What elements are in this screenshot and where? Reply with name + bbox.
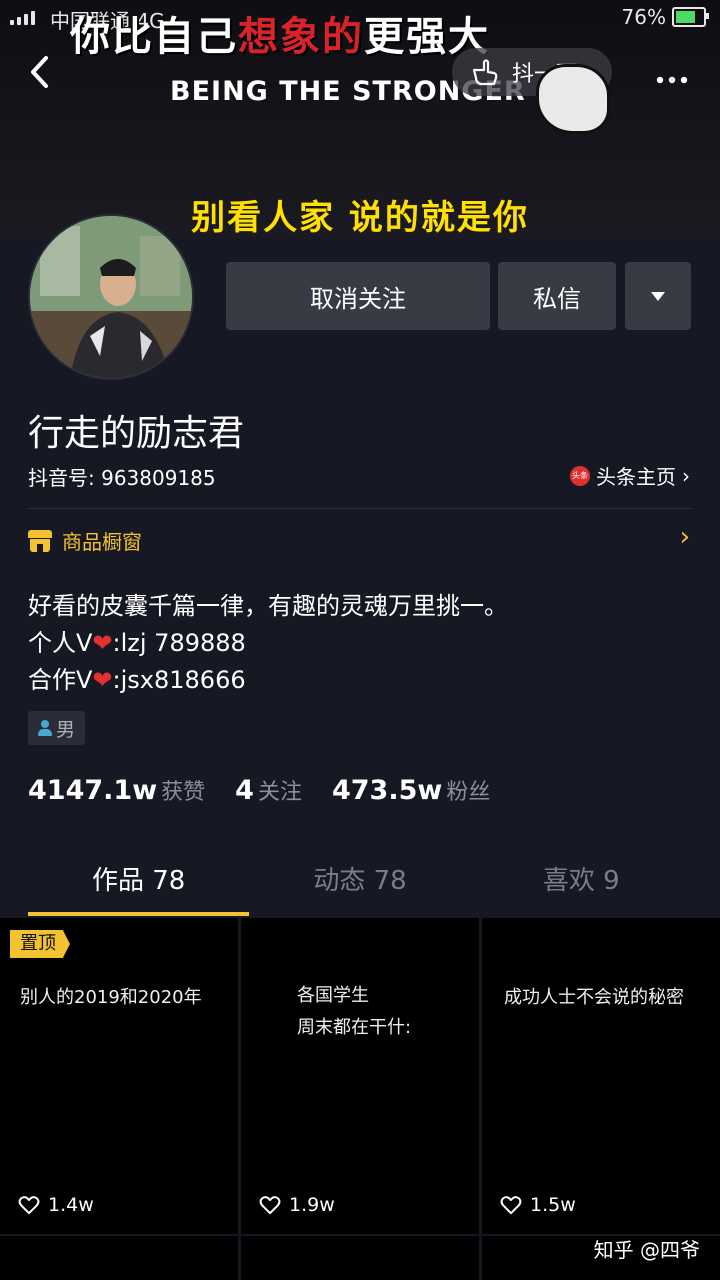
video-title: 成功人士不会说的秘密 (504, 987, 684, 1008)
video-thumbnail[interactable]: 置顶 别人的2019和2020年 1.4w (0, 918, 238, 1234)
tab-works[interactable]: 作品 78 (28, 856, 249, 916)
back-button[interactable] (28, 54, 64, 94)
heart-outline-icon (18, 1196, 40, 1215)
toutiao-homepage-link[interactable]: 头条 头条主页 › (570, 461, 690, 490)
likes-label: 获赞 (161, 780, 206, 805)
pointing-hand-icon (472, 59, 498, 86)
battery-icon (672, 7, 709, 27)
followers-label[interactable]: 粉丝 (446, 774, 490, 806)
ellipsis-icon (656, 76, 688, 84)
unfollow-button[interactable]: 取消关注 (226, 262, 490, 330)
chevron-right-icon: › (682, 463, 690, 488)
chevron-right-icon[interactable]: › (680, 522, 690, 552)
product-showcase-link[interactable]: 商品橱窗 (28, 526, 142, 555)
shop-icon (28, 529, 52, 552)
watermark: 知乎 @四爷 (593, 1238, 700, 1262)
toutiao-icon: 头条 (570, 465, 590, 486)
video-thumbnail[interactable] (0, 1236, 238, 1280)
person-icon (38, 720, 52, 736)
battery-percent: 76% (621, 5, 666, 29)
toutiao-label: 头条主页 (596, 465, 676, 489)
caret-down-icon (651, 291, 665, 301)
message-button[interactable]: 私信 (498, 262, 616, 330)
profile-stats: 4147.1w 获赞 4 关注 473.5w 粉丝 (28, 774, 490, 806)
bio-line: 个人V❤:lzj 789888 (28, 629, 246, 657)
followers-count[interactable]: 473.5w (332, 775, 442, 806)
active-tab-indicator (28, 912, 249, 916)
banner-title: 你比自己想象的更强大 (70, 14, 490, 60)
signal-icon (10, 9, 35, 25)
recommend-dropdown-button[interactable] (625, 262, 691, 330)
product-showcase-label: 商品橱窗 (62, 530, 142, 554)
video-likes: 1.4w (18, 1194, 94, 1216)
bio-line: 好看的皮囊千篇一律，有趣的灵魂万里挑一。 (28, 592, 508, 620)
bio-line: 合作V❤:jsx818666 (28, 666, 246, 694)
douyin-id: 抖音号: 963809185 (28, 466, 216, 490)
video-likes: 1.5w (500, 1194, 576, 1216)
bio: 好看的皮囊千篇一律，有趣的灵魂万里挑一。 个人V❤:lzj 789888 合作V… (28, 588, 508, 699)
avatar-photo (30, 216, 192, 378)
video-thumbnail[interactable] (241, 1236, 479, 1280)
heart-outline-icon (500, 1196, 522, 1215)
video-likes: 1.9w (259, 1194, 335, 1216)
video-grid: 置顶 别人的2019和2020年 1.4w 各国学生 周末都在干什: 1.9w … (0, 918, 720, 1280)
tab-activity[interactable]: 动态 78 (249, 856, 470, 916)
divider (28, 508, 692, 509)
heart-outline-icon (259, 1196, 281, 1215)
video-likes-count: 1.4w (48, 1194, 94, 1216)
video-thumbnail[interactable]: 成功人士不会说的秘密 1.5w (482, 918, 720, 1234)
fist-sticker-icon (536, 64, 610, 134)
more-options-button[interactable] (656, 56, 688, 90)
chevron-left-icon (31, 56, 48, 88)
video-title: 别人的2019和2020年 (20, 987, 202, 1008)
following-label[interactable]: 关注 (258, 774, 302, 806)
content-tabs: 作品 78 动态 78 喜欢 9 (28, 856, 692, 916)
avatar[interactable] (28, 214, 194, 380)
nickname: 行走的励志君 (28, 413, 245, 454)
gender-label: 男 (56, 718, 76, 741)
video-thumbnail[interactable]: 各国学生 周末都在干什: 1.9w (241, 918, 479, 1234)
video-likes-count: 1.5w (530, 1194, 576, 1216)
video-likes-count: 1.9w (289, 1194, 335, 1216)
heart-icon: ❤ (92, 666, 113, 694)
pinned-badge: 置顶 (10, 930, 70, 958)
heart-icon: ❤ (92, 629, 113, 657)
profile-banner: 中国联通 4G 76% 你比自己想象的更强大 BEING THE STRONGE… (0, 0, 720, 238)
video-title: 各国学生 周末都在干什: (297, 985, 412, 1038)
following-count[interactable]: 4 (235, 775, 254, 806)
likes-count: 4147.1w (28, 775, 158, 806)
tab-likes[interactable]: 喜欢 9 (471, 856, 692, 916)
gender-tag: 男 (28, 711, 86, 745)
